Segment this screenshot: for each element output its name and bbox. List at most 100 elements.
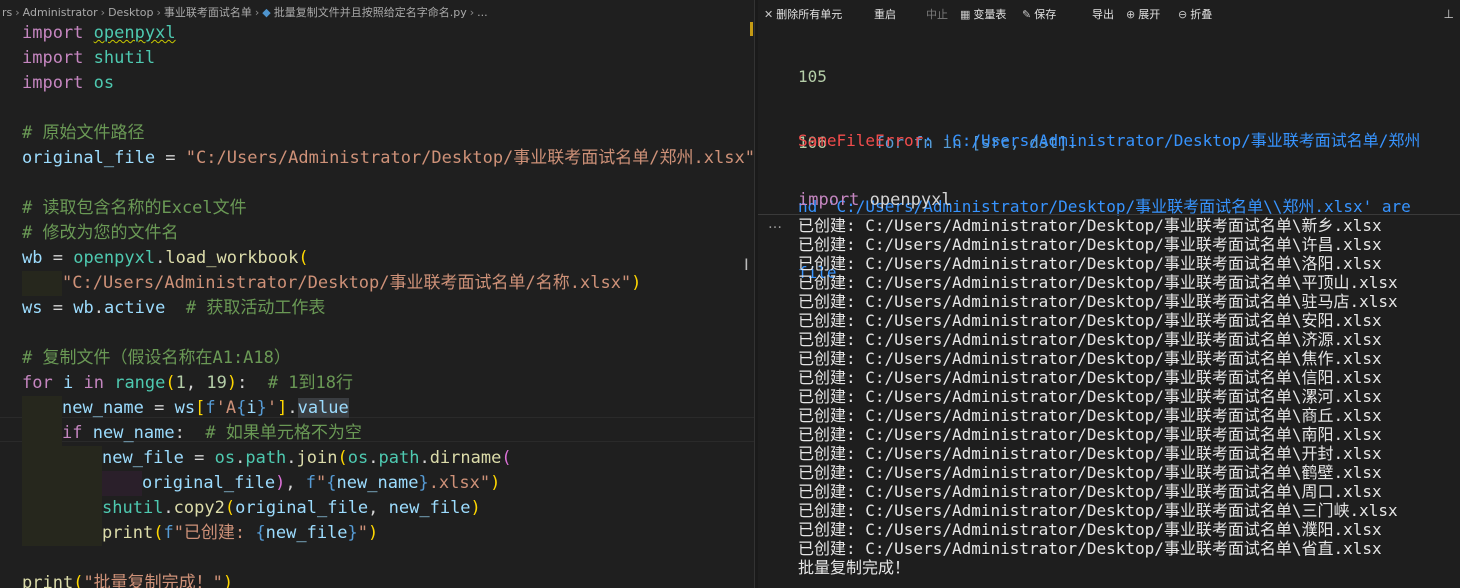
output-line: 已创建: C:/Users/Administrator/Desktop/事业联考…: [798, 330, 1382, 349]
export-button[interactable]: 导出: [1092, 8, 1114, 22]
table-icon: ▦: [960, 8, 971, 21]
code-line: new_file = os.path.join(os.path.dirname(: [22, 446, 754, 471]
indent-guide: [22, 396, 62, 421]
variables-button[interactable]: ▦ 变量表: [960, 8, 1006, 22]
breadcrumb-item[interactable]: Administrator: [23, 6, 98, 19]
more-actions-icon[interactable]: …: [768, 216, 782, 232]
output-line: 已创建: C:/Users/Administrator/Desktop/事业联考…: [798, 292, 1398, 311]
module-name: os: [93, 73, 115, 93]
code-line: if new_name: # 如果单元格不为空: [22, 421, 754, 446]
module-name: os: [347, 448, 369, 468]
code-line: shutil.copy2(original_file, new_file): [22, 496, 754, 521]
breadcrumb-item[interactable]: rs: [2, 6, 12, 19]
comment: # 如果单元格不为空: [205, 423, 362, 443]
fstring-prefix: f: [163, 523, 174, 543]
function-name: load_workbook: [165, 248, 299, 268]
function-name: print: [102, 523, 154, 543]
output-line: 已创建: C:/Users/Administrator/Desktop/事业联考…: [798, 235, 1382, 254]
cell-header[interactable]: import openpyxl: [758, 186, 1460, 215]
python-file-icon: ◆: [262, 6, 271, 19]
indent-guide: [22, 421, 62, 446]
variable: i: [246, 398, 257, 418]
module-name: shutil: [102, 498, 164, 518]
save-icon: ✎: [1022, 8, 1032, 21]
clear-all-button[interactable]: ✕ 删除所有单元: [764, 8, 842, 22]
breadcrumb-file[interactable]: 批量复制文件并且按照给定名字命名.py: [274, 6, 467, 19]
indent-guide: [22, 496, 62, 521]
module-name: shutil: [93, 48, 156, 68]
code-line: # 修改为您的文件名: [22, 221, 754, 246]
collapse-label: 折叠: [1190, 8, 1213, 21]
collapse-button[interactable]: ⊖ 折叠: [1178, 8, 1212, 22]
output-line: 已创建: C:/Users/Administrator/Desktop/事业联考…: [798, 406, 1382, 425]
variable: ws: [174, 398, 196, 418]
code-line: print("批量复制完成！"): [22, 571, 754, 588]
variable: i: [62, 373, 74, 393]
indent-guide: [22, 271, 62, 296]
line-number: 105: [798, 67, 827, 86]
comment: # 获取活动工作表: [185, 298, 326, 318]
string-literal: "C:/Users/Administrator/Desktop/事业联考面试名单…: [185, 148, 754, 168]
variable: new_file: [388, 498, 471, 518]
code-editor[interactable]: rs › Administrator › Desktop › 事业联考面试名单 › ◆ 批量复制文…: [0, 0, 754, 588]
string-literal: "已创建:: [173, 523, 256, 543]
output-line: 已创建: C:/Users/Administrator/Desktop/事业联考…: [798, 254, 1382, 273]
attribute: active: [103, 298, 166, 318]
expand-button[interactable]: ⊕ 展开: [1126, 8, 1160, 22]
output-line: 已创建: C:/Users/Administrator/Desktop/事业联考…: [798, 520, 1382, 539]
interactive-window: ✕ 删除所有单元 重启 中止 ▦ 变量表 ✎ 保存 导出 ⊕ 展开 ⊖ 折叠 ⊥ 105 …: [758, 0, 1460, 588]
code-line: # 读取包含名称的Excel文件: [22, 196, 754, 221]
error-text: : 'C:/Users/Administrator/Desktop/事业联考面试…: [923, 131, 1421, 150]
variable: original_file: [22, 148, 156, 168]
output-line: 已创建: C:/Users/Administrator/Desktop/事业联考…: [798, 368, 1382, 387]
code-line: import shutil: [22, 46, 754, 71]
code-line: original_file), f"{new_name}.xlsx"): [22, 471, 754, 496]
string-literal: ": [357, 523, 369, 543]
variable: new_name: [92, 423, 175, 443]
indent-guide: [102, 471, 142, 496]
string-literal: "批量复制完成！": [83, 573, 223, 588]
function-name: join: [296, 448, 338, 468]
breadcrumb-item[interactable]: 事业联考面试名单: [164, 6, 252, 19]
breadcrumb-more[interactable]: ...: [477, 6, 488, 19]
output-line: 已创建: C:/Users/Administrator/Desktop/事业联考…: [798, 216, 1382, 235]
breadcrumb-item[interactable]: Desktop: [108, 6, 153, 19]
code-line: ws = wb.active # 获取活动工作表: [22, 298, 326, 318]
variable: new_name: [62, 398, 144, 418]
expand-icon: ⊕: [1126, 8, 1136, 21]
output-line: 已创建: C:/Users/Administrator/Desktop/事业联考…: [798, 273, 1398, 292]
keyword: import: [798, 190, 860, 210]
restart-button[interactable]: 重启: [874, 8, 896, 22]
save-button[interactable]: ✎ 保存: [1022, 8, 1056, 22]
variable: ws: [22, 298, 43, 318]
variable: wb: [73, 298, 94, 318]
string-literal: ": [316, 473, 327, 493]
code-line: # 复制文件（假设名称在A1:A18）: [22, 346, 754, 371]
fstring-prefix: f: [205, 398, 216, 418]
output-line: 已创建: C:/Users/Administrator/Desktop/事业联考…: [798, 311, 1382, 330]
output-line: 已创建: C:/Users/Administrator/Desktop/事业联考…: [798, 387, 1382, 406]
string-literal: "C:/Users/Administrator/Desktop/事业联考面试名单…: [62, 273, 632, 293]
indent-guide: [22, 471, 62, 496]
variable: new_name: [336, 473, 419, 493]
interrupt-button[interactable]: 中止: [926, 8, 948, 22]
module-name: path: [378, 448, 420, 468]
comment: # 修改为您的文件名: [22, 223, 179, 243]
indent-guide: [22, 521, 62, 546]
indent-guide: [62, 496, 102, 521]
keyword: import: [22, 48, 84, 68]
code-line: original_file = "C:/Users/Administrator/…: [22, 148, 754, 168]
cell-output: 已创建: C:/Users/Administrator/Desktop/事业联考…: [798, 216, 1398, 577]
kernel-icon[interactable]: ⊥: [1444, 7, 1454, 21]
string-literal: ': [266, 398, 278, 418]
chevron-right-icon: ›: [15, 6, 20, 19]
output-line: 批量复制完成！: [798, 558, 911, 577]
chevron-right-icon: ›: [469, 6, 475, 19]
comment: # 1到18行: [267, 373, 354, 393]
error-name: SameFileError: [798, 131, 924, 150]
save-label: 保存: [1034, 8, 1057, 21]
indent-guide: [22, 446, 62, 471]
keyword: for: [22, 373, 53, 393]
